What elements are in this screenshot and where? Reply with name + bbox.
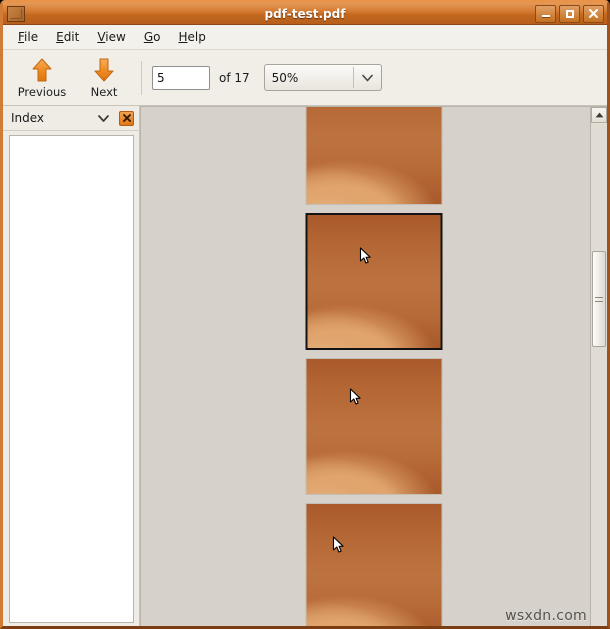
sidebar-title: Index: [11, 111, 45, 125]
chevron-down-icon[interactable]: [98, 114, 109, 122]
main-content: Index: [3, 106, 607, 626]
scrollbar-track[interactable]: [591, 124, 607, 626]
minimize-icon: [541, 15, 550, 17]
previous-label: Previous: [17, 84, 67, 99]
maximize-button[interactable]: [559, 4, 580, 23]
page-thumb-5[interactable]: [305, 213, 443, 350]
page-sheen: [306, 144, 442, 204]
page-sheen: [307, 289, 441, 348]
grip-icon: [595, 296, 603, 298]
page-thumb-7[interactable]: [305, 503, 443, 626]
cursor-arrow-icon: [349, 388, 361, 405]
window-title: pdf-test.pdf: [264, 6, 346, 21]
scrollbar-thumb[interactable]: [592, 251, 606, 347]
menu-label-file-rest: ile: [24, 30, 39, 44]
page-sheen: [306, 579, 442, 626]
next-label: Next: [90, 84, 118, 99]
cursor-arrow-icon: [332, 536, 344, 553]
index-list[interactable]: [9, 135, 134, 623]
window-controls: [535, 4, 604, 23]
title-bar[interactable]: pdf-test.pdf: [3, 3, 607, 25]
application-window: pdf-test.pdf File Edit View Go Help Prev…: [0, 0, 610, 629]
sidebar-panel: Index: [3, 106, 140, 626]
sidebar-header: Index: [3, 106, 139, 131]
toolbar: Previous Next of 17 50%: [3, 50, 607, 106]
page-sheen: [306, 434, 442, 494]
zoom-select[interactable]: 50%: [263, 64, 382, 91]
document-icon: [7, 5, 25, 22]
arrow-up-icon: [32, 58, 52, 81]
page-thumb-4[interactable]: [305, 107, 443, 205]
menu-item-view[interactable]: View: [88, 27, 134, 47]
menu-bar: File Edit View Go Help: [3, 25, 607, 50]
menu-item-help[interactable]: Help: [169, 27, 214, 47]
page-list: [305, 107, 443, 626]
menu-label-help-rest: elp: [187, 30, 206, 44]
menu-item-go[interactable]: Go: [135, 27, 170, 47]
page-total-label: of 17: [219, 70, 250, 85]
page-number-input[interactable]: [152, 65, 210, 90]
menu-label-go-rest: o: [153, 30, 161, 44]
chevron-down-icon: [361, 74, 373, 81]
cursor-arrow-icon: [359, 247, 371, 264]
sidebar-close-button[interactable]: [119, 110, 134, 126]
previous-button[interactable]: Previous: [11, 57, 73, 99]
scroll-up-button[interactable]: [591, 107, 607, 123]
close-button[interactable]: [583, 4, 604, 23]
toolbar-separator: [141, 60, 142, 95]
maximize-icon: [565, 9, 574, 18]
grip-icon: [595, 300, 603, 302]
menu-item-edit[interactable]: Edit: [47, 27, 88, 47]
menu-item-file[interactable]: File: [9, 27, 47, 47]
vertical-scrollbar[interactable]: [590, 107, 607, 626]
next-button[interactable]: Next: [73, 57, 135, 99]
close-icon: [589, 9, 598, 18]
arrow-down-icon: [94, 58, 114, 81]
page-thumb-6[interactable]: [305, 358, 443, 495]
close-icon: [122, 114, 131, 122]
document-view[interactable]: [140, 106, 607, 626]
zoom-value-label: 50%: [271, 70, 299, 85]
zoom-divider: [352, 67, 354, 88]
menu-label-edit-rest: dit: [63, 30, 80, 44]
scroll-up-icon: [595, 112, 603, 118]
minimize-button[interactable]: [535, 4, 556, 23]
menu-label-view-rest: iew: [105, 30, 126, 44]
